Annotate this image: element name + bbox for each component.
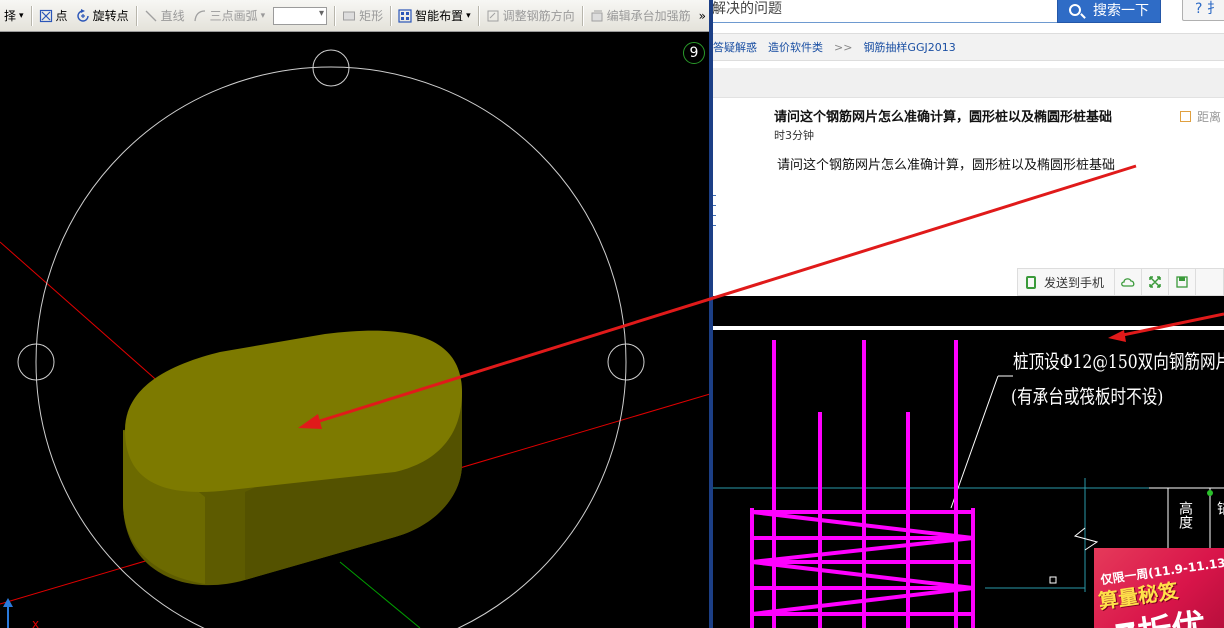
toolbar-arc-label: 三点画弧 bbox=[209, 9, 258, 23]
toolbar-overflow-button[interactable]: » bbox=[695, 4, 710, 28]
toolbar-smart-layout-label: 智能布置 bbox=[415, 9, 464, 23]
breadcrumb-item-cost-software[interactable]: 造价软件类 bbox=[768, 39, 823, 55]
grip-top[interactable] bbox=[312, 49, 350, 87]
toolbar-separator bbox=[390, 5, 392, 26]
browser-page: 解决的问题 搜索一下 ? 扌 答疑解惑 造价软件类 >> 钢筋抽样GGJ2013… bbox=[713, 0, 1224, 628]
axis-line-x bbox=[0, 241, 171, 393]
send-to-phone-button[interactable]: 发送到手机 bbox=[1018, 269, 1116, 295]
cad-toolbar: 择 ▾ 点 旋转点 直线 三点画弧 ▾ ▾ 矩形 智能布置 ▾ 调整钢筋方向 编… bbox=[0, 0, 710, 32]
toolbar-item-cut[interactable]: 择 ▾ bbox=[0, 4, 28, 28]
toolbar-separator bbox=[135, 5, 137, 26]
toolbar-arc-button[interactable]: 三点画弧 ▾ bbox=[189, 4, 270, 28]
question-body: 请问这个钢筋网片怎么准确计算，圆形桩以及椭圆形桩基础 bbox=[777, 158, 1116, 173]
toolbar-rotate-point-button[interactable]: 旋转点 bbox=[72, 4, 133, 28]
drawing-label-note: (有承台或筏板时不设) bbox=[1011, 386, 1164, 408]
breadcrumb-item-qa[interactable]: 答疑解惑 bbox=[713, 39, 757, 55]
content-header-band bbox=[713, 68, 1224, 98]
toolbar-point-label: 点 bbox=[55, 9, 68, 23]
cloud-icon[interactable] bbox=[1115, 269, 1143, 295]
arc-icon bbox=[193, 9, 207, 23]
search-bar: 解决的问题 搜索一下 ? 扌 bbox=[713, 0, 1224, 33]
send-to-phone-label: 发送到手机 bbox=[1044, 275, 1105, 290]
toolbar-separator bbox=[477, 5, 479, 26]
toolbar-combo-select[interactable] bbox=[273, 6, 328, 25]
promo-banner[interactable]: 仅限一周(11.9-11.13) 算量秘笈 7折优 bbox=[1094, 548, 1224, 628]
oval-pile-cap-model[interactable] bbox=[123, 330, 462, 586]
toolbar-adjust-rebar-label: 调整钢筋方向 bbox=[502, 9, 575, 23]
scroll-ticks bbox=[713, 195, 716, 235]
drawing-side-label-anchor: 锚 bbox=[1215, 501, 1224, 515]
chevron-down-icon: ▾ bbox=[466, 10, 471, 21]
breadcrumb-separator: >> bbox=[834, 40, 853, 54]
axis-line-hidden bbox=[30, 270, 700, 280]
ucs-x-label: x bbox=[32, 617, 39, 628]
chevron-down-icon: ▾ bbox=[260, 10, 266, 21]
toolbar-rotate-point-label: 旋转点 bbox=[92, 9, 129, 23]
breadcrumb: 答疑解惑 造价软件类 >> 钢筋抽样GGJ2013 bbox=[713, 33, 1224, 61]
drawing-label-mesh: 桩顶设Φ12@150双向钢筋网片 bbox=[1013, 351, 1224, 373]
save-icon[interactable] bbox=[1169, 269, 1197, 295]
question-distance: 距离 bbox=[1180, 108, 1221, 125]
screen: 择 ▾ 点 旋转点 直线 三点画弧 ▾ ▾ 矩形 智能布置 ▾ 调整钢筋方向 编… bbox=[0, 0, 1224, 628]
line-icon bbox=[144, 9, 158, 23]
drawing-side-label-height: 高度 bbox=[1177, 501, 1193, 529]
toolbar-line-label: 直线 bbox=[160, 9, 185, 23]
phone-icon bbox=[1026, 275, 1036, 289]
toolbar-rect-button[interactable]: 矩形 bbox=[338, 4, 387, 28]
toolbar-point-button[interactable]: 点 bbox=[35, 4, 72, 28]
toolbar-separator bbox=[581, 5, 583, 26]
view-number-badge: 9 bbox=[683, 42, 705, 64]
point-icon bbox=[39, 9, 53, 23]
distance-label: 距离 bbox=[1197, 110, 1222, 124]
search-input[interactable]: 解决的问题 bbox=[713, 0, 1059, 23]
search-button-label: 搜索一下 bbox=[1093, 3, 1149, 19]
toolbar-item-cut-label: 择 bbox=[4, 9, 17, 23]
share-toolbar: 发送到手机 bbox=[1017, 268, 1224, 296]
rectangle-icon bbox=[342, 9, 356, 23]
toolbar-rect-label: 矩形 bbox=[359, 9, 384, 23]
axis-line-z bbox=[339, 561, 421, 628]
question-title[interactable]: 请问这个钢筋网片怎么准确计算，圆形桩以及椭圆形桩基础 bbox=[774, 106, 1112, 125]
cad-application: 择 ▾ 点 旋转点 直线 三点画弧 ▾ ▾ 矩形 智能布置 ▾ 调整钢筋方向 编… bbox=[0, 0, 710, 628]
smart-layout-icon bbox=[398, 8, 412, 23]
overflow-icon: » bbox=[698, 8, 707, 23]
cad-viewport[interactable]: x bbox=[0, 32, 710, 628]
toolbar-separator bbox=[30, 5, 32, 26]
toolbar-separator bbox=[334, 5, 336, 26]
search-icon bbox=[1069, 4, 1081, 16]
toolbar-line-button[interactable]: 直线 bbox=[140, 4, 189, 28]
adjust-rebar-icon bbox=[486, 9, 500, 23]
toolbar-smart-layout-button[interactable]: 智能布置 ▾ bbox=[394, 4, 475, 28]
chevron-down-icon: ▾ bbox=[19, 10, 24, 21]
breadcrumb-item-ggj2013[interactable]: 钢筋抽样GGJ2013 bbox=[863, 39, 955, 55]
search-button[interactable]: 搜索一下 bbox=[1057, 0, 1161, 23]
toolbar-edit-cap-label: 编辑承台加强筋 bbox=[606, 9, 691, 23]
help-button[interactable]: ? 扌 bbox=[1182, 0, 1224, 21]
expand-icon[interactable] bbox=[1142, 269, 1170, 295]
toolbar-edit-cap-button[interactable]: 编辑承台加强筋 bbox=[586, 4, 695, 28]
edit-cap-icon bbox=[590, 9, 604, 23]
rotate-point-icon bbox=[76, 8, 90, 23]
more-icon[interactable] bbox=[1196, 269, 1223, 295]
toolbar-adjust-rebar-button[interactable]: 调整钢筋方向 bbox=[482, 4, 579, 28]
clock-icon bbox=[1180, 111, 1191, 122]
question-time: 时3分钟 bbox=[774, 129, 814, 142]
